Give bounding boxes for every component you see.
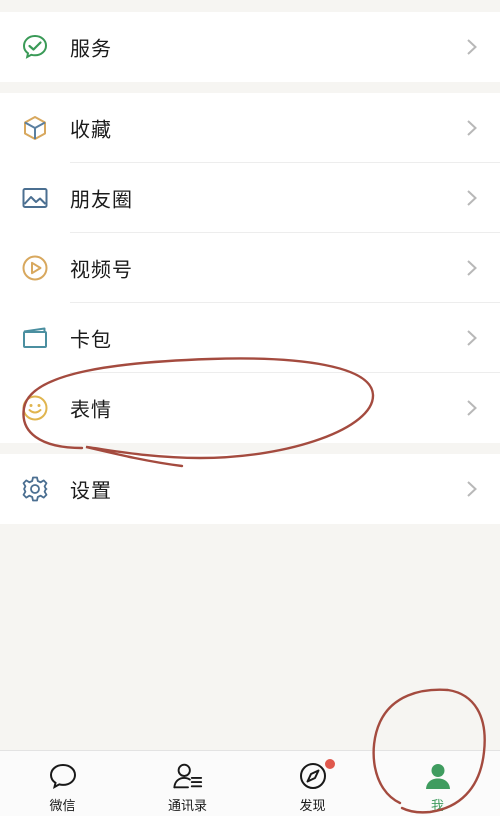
menu-item-channels[interactable]: 视频号 <box>0 233 500 303</box>
chevron-right-icon <box>467 190 477 206</box>
chevron-right-icon <box>467 400 477 416</box>
service-group: 服务 <box>0 12 500 82</box>
gear-icon <box>21 475 49 503</box>
menu-label-channels: 视频号 <box>70 257 133 282</box>
sticker-smile-icon <box>21 394 49 422</box>
favorites-cube-icon <box>21 114 49 142</box>
menu-label-moments: 朋友圈 <box>70 187 133 212</box>
tab-chats[interactable]: 微信 <box>0 751 125 816</box>
chat-bubble-icon <box>47 761 79 791</box>
me-page: 服务 收藏 朋友圈 视频号 卡包 表情 设置 微信 通讯录 发现 我 <box>0 0 500 816</box>
tab-contacts[interactable]: 通讯录 <box>125 751 250 816</box>
menu-label-favorites: 收藏 <box>70 117 112 142</box>
menu-item-moments[interactable]: 朋友圈 <box>0 163 500 233</box>
section-gap <box>0 82 500 93</box>
tab-label-chats: 微信 <box>49 799 76 814</box>
menu-item-settings[interactable]: 设置 <box>0 454 500 524</box>
channels-play-icon <box>21 254 49 282</box>
menu-label-card-wallet: 卡包 <box>70 327 112 352</box>
menu-item-card-wallet[interactable]: 卡包 <box>0 303 500 373</box>
chevron-right-icon <box>467 330 477 346</box>
menu-item-stickers[interactable]: 表情 <box>0 373 500 443</box>
top-spacer <box>0 0 500 12</box>
tab-label-contacts: 通讯录 <box>167 799 207 814</box>
tab-label-discover: 发现 <box>299 799 326 814</box>
compass-icon <box>297 761 329 791</box>
chevron-right-icon <box>467 260 477 276</box>
chevron-right-icon <box>467 120 477 136</box>
contacts-icon <box>172 761 204 791</box>
menu-label-stickers: 表情 <box>70 397 112 422</box>
tab-discover[interactable]: 发现 <box>250 751 375 816</box>
settings-group: 设置 <box>0 454 500 524</box>
tab-label-me: 我 <box>430 799 444 814</box>
service-check-icon <box>21 33 49 61</box>
section-gap <box>0 443 500 454</box>
menu-item-favorites[interactable]: 收藏 <box>0 93 500 163</box>
card-wallet-icon <box>21 324 49 352</box>
main-group: 收藏 朋友圈 视频号 卡包 表情 <box>0 93 500 443</box>
moments-image-icon <box>21 184 49 212</box>
menu-label-settings: 设置 <box>70 478 112 503</box>
menu-label-service: 服务 <box>70 36 112 61</box>
discover-badge-dot <box>325 759 335 769</box>
tab-me[interactable]: 我 <box>375 751 500 816</box>
chevron-right-icon <box>467 481 477 497</box>
person-icon <box>422 761 454 791</box>
menu-item-service[interactable]: 服务 <box>0 12 500 82</box>
chevron-right-icon <box>467 39 477 55</box>
bottom-tab-bar: 微信 通讯录 发现 我 <box>0 750 500 816</box>
